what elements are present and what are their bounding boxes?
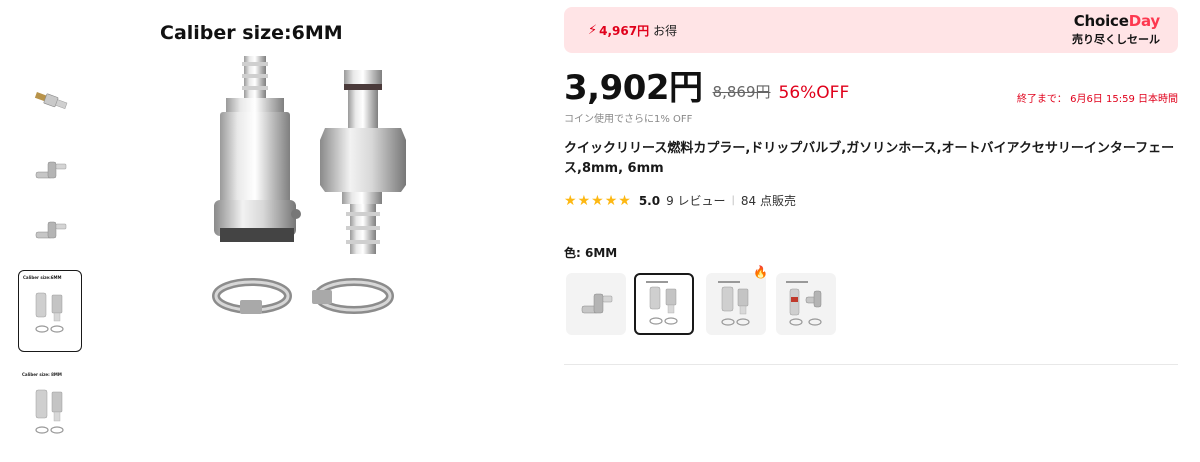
coupler-set-icon [35,292,64,333]
savings-info: ⚡ 4,967円 お得 [588,22,677,39]
star-icon: ★ [618,192,631,209]
choice-day-logo: ChoiceDay 売り尽くしセール [1072,12,1160,47]
star-icon: ★ [604,192,618,209]
discount-badge: 56%OFF [778,83,850,103]
review-count-link[interactable]: 9 レビュー [666,192,725,209]
star-icon: ★ [591,192,604,209]
brand-day: Day [1128,12,1160,30]
coupler-set-icon [35,389,64,434]
thumbnail-1[interactable] [18,60,82,140]
straight-fitting-icon [34,92,68,109]
elbow-fitting-icon [35,161,67,179]
variant-label: 色: 6MM [564,246,618,260]
thumbnail-3[interactable] [18,190,82,270]
variant-option-elbow[interactable] [566,273,626,335]
hot-fire-icon: 🔥 [753,265,768,279]
fuel-coupler-photo [212,56,406,314]
price-row: 3,902円 8,869円 56%OFF [564,64,849,108]
coupler-set-icon [718,281,750,326]
lightning-icon: ⚡ [588,23,598,38]
current-price: 3,902円 [564,68,703,108]
elbow-fitting-icon [581,293,613,314]
thumbnail-4[interactable]: Caliber size:6MM [18,270,82,352]
brand-choice: Choice [1073,12,1129,30]
choice-day-banner: ⚡ 4,967円 お得 ChoiceDay 売り尽くしセール [564,7,1178,53]
thumbnail-caption: Caliber size: 8MM [22,372,62,377]
thumbnail-5[interactable]: Caliber size: 8MM [18,368,82,448]
variant-option-elbow-set[interactable] [776,273,836,335]
sale-countdown: 終了まで： 6月6日 15:59 日本時間 [1016,94,1178,105]
thumbnail-caption: Caliber size:6MM [23,275,62,280]
rating-row: ★ ★ ★ ★ ★ 5.0 9 レビュー | 84 点販売 [564,192,796,209]
variant-option-6mm[interactable] [634,273,694,335]
elbow-fitting-icon [35,221,67,239]
rating-score: 5.0 [638,193,661,208]
star-icon: ★ [577,192,591,209]
sold-count: 84 点販売 [740,194,796,208]
original-price: 8,869円 [712,83,771,101]
section-divider [564,364,1178,365]
coupler-set-icon [646,281,678,325]
product-title: クイックリリース燃料カプラー,ドリップバルブ,ガソリンホース,オートバイアクセサ… [564,141,1175,176]
separator: | [731,195,735,206]
elbow-set-icon [786,281,822,326]
rating-stars[interactable]: ★ ★ ★ ★ ★ [564,194,631,208]
savings-label: お得 [653,24,678,38]
sale-tagline: 売り尽くしセール [1072,33,1160,46]
star-icon: ★ [564,192,577,209]
variant-option-8mm[interactable]: 🔥 [706,265,768,335]
coin-discount-note[interactable]: コイン使用でさらに1% OFF [564,110,692,125]
savings-amount: 4,967円 [599,24,650,38]
main-product-image[interactable]: Caliber size:6MM [130,0,550,340]
